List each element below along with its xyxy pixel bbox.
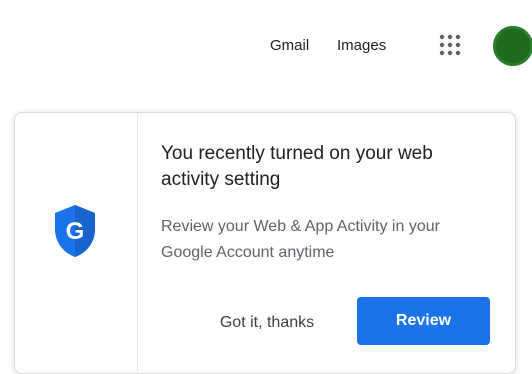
top-bar: Gmail Images: [0, 0, 532, 92]
account-avatar[interactable]: [493, 26, 532, 66]
web-activity-promo-card: G You recently turned on your web activi…: [14, 112, 516, 374]
card-title: You recently turned on your web activity…: [161, 143, 433, 190]
got-it-thanks-button[interactable]: Got it, thanks: [189, 301, 345, 345]
apps-grid-icon[interactable]: [438, 33, 462, 57]
svg-text:G: G: [66, 218, 85, 245]
card-description: Review your Web & App Activity in your G…: [161, 218, 440, 261]
gmail-link[interactable]: Gmail: [270, 37, 309, 55]
review-button[interactable]: Review: [357, 297, 490, 345]
images-link[interactable]: Images: [337, 37, 386, 55]
card-icon-panel: G: [15, 113, 138, 373]
google-shield-icon: G: [51, 203, 99, 259]
